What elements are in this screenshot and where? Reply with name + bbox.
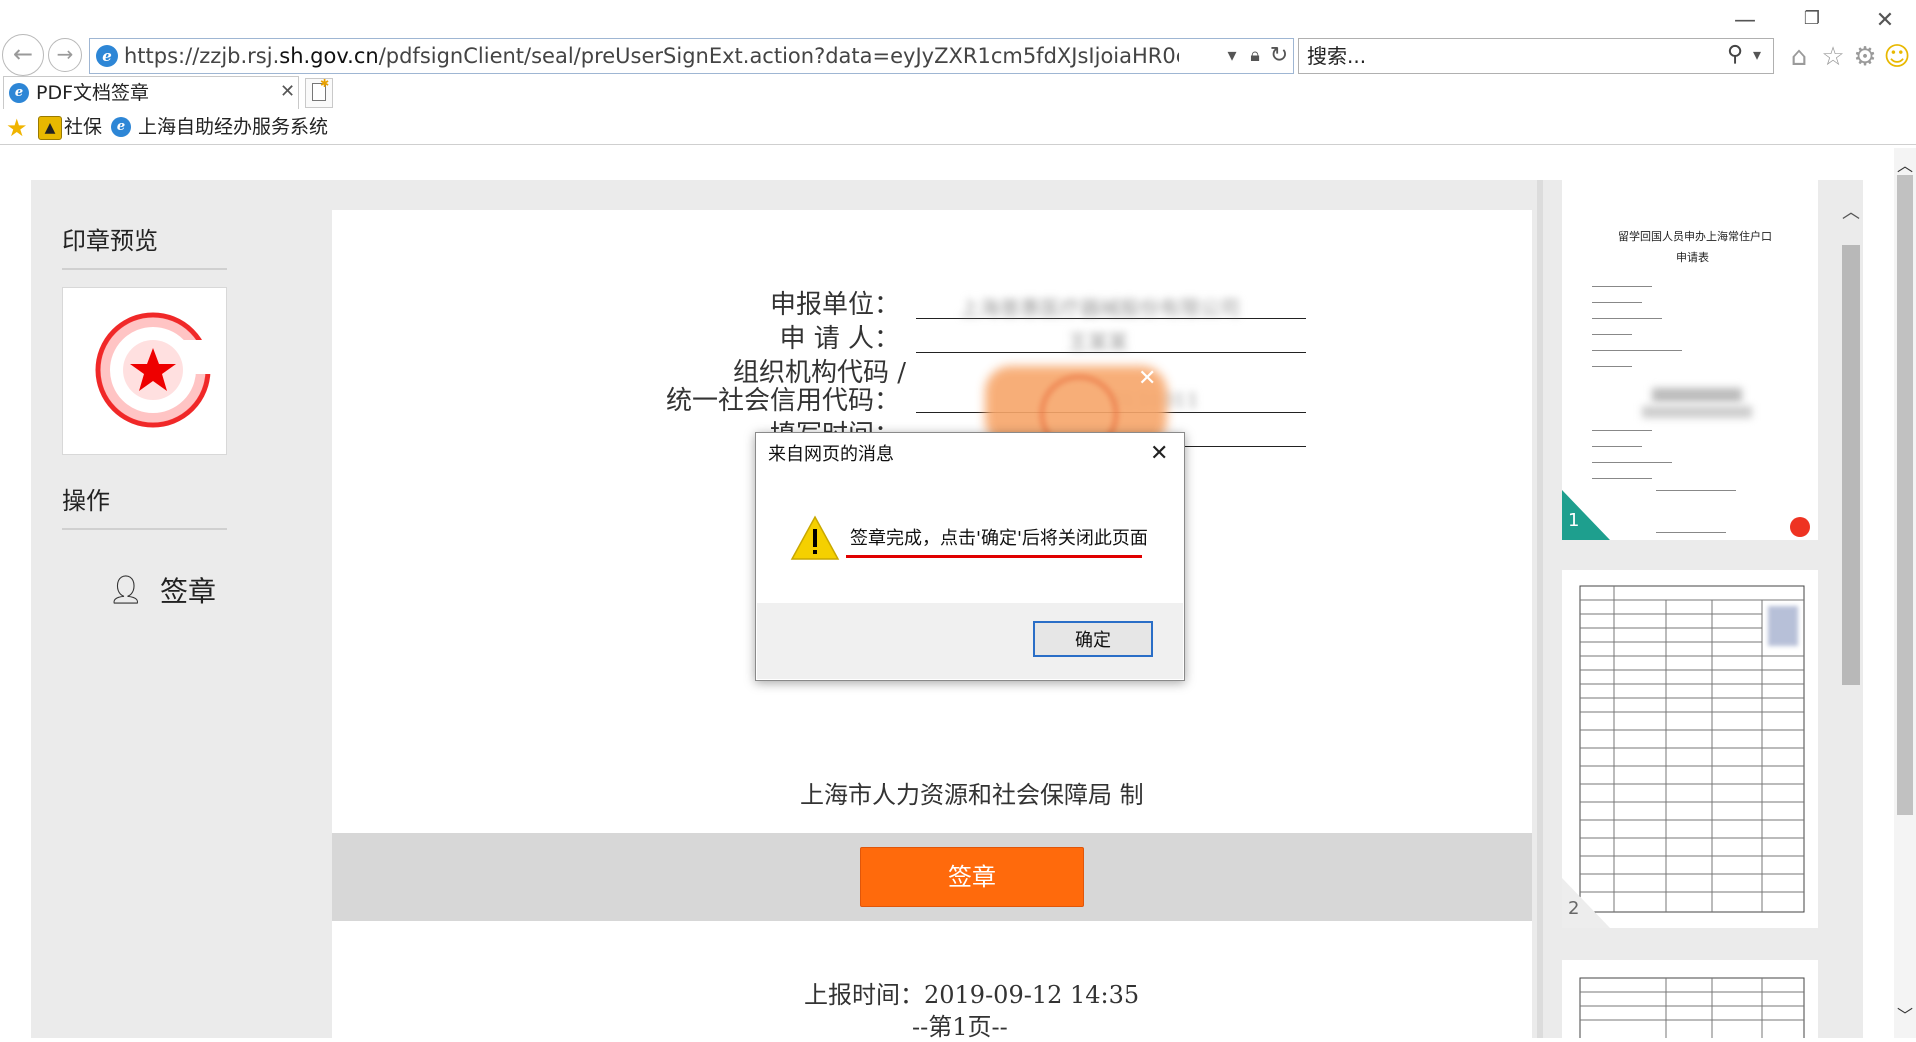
thumbnail-page-1[interactable]: 留学回国人员申办上海常住户口 申请表 (1562, 180, 1818, 540)
report-time-text: 上报时间：2019-09-12 14:35 (804, 981, 1140, 1009)
url-text[interactable]: https://zzjb.rsj.sh.gov.cn/pdfsignClient… (124, 44, 1179, 68)
restore-icon[interactable]: ❐ (1792, 8, 1832, 29)
forward-arrow-icon: → (56, 42, 74, 66)
operations-title: 操作 (62, 487, 110, 515)
fav-item-shanghai-service[interactable]: 上海自助经办服务系统 (138, 115, 328, 139)
shebao-fav-icon: ▲ (38, 116, 62, 140)
new-tab-button[interactable]: ✱ (305, 77, 333, 108)
thumb1-title-2: 申请表 (1676, 251, 1709, 264)
home-icon[interactable]: ⌂ (1784, 42, 1814, 72)
back-button[interactable]: ← (2, 34, 44, 76)
dialog-title: 来自网页的消息 (768, 444, 894, 465)
sign-button[interactable]: 签章 (860, 847, 1084, 907)
search-icon[interactable]: ⚲ (1727, 42, 1743, 67)
red-seal-icon (95, 312, 215, 428)
thumbnail-page-2[interactable] (1562, 570, 1818, 928)
tab-title: PDF文档签章 (36, 82, 150, 104)
tab-pdf-sign[interactable]: e PDF文档签章 ✕ (3, 76, 299, 109)
form-label-unit: 申报单位： (769, 290, 900, 320)
smiley-feedback-icon[interactable]: ☺ (1882, 42, 1912, 72)
form-label-applicant: 申 请 人： (779, 324, 900, 354)
tab-close-icon[interactable]: ✕ (280, 81, 295, 102)
browser-chrome: ← → e https://zzjb.rsj.sh.gov.cn/pdfsign… (0, 0, 1916, 148)
ie-tab-icon: e (9, 83, 29, 103)
user-icon[interactable]: 👤︎ (108, 573, 144, 606)
warning-icon (790, 515, 840, 560)
dialog-close-icon[interactable]: ✕ (1150, 441, 1168, 466)
message-red-underline (846, 555, 1142, 558)
back-arrow-icon: ← (12, 40, 34, 68)
issuer-text: 上海市人力资源和社会保障局 制 (800, 781, 1144, 809)
minimize-icon[interactable]: — (1725, 8, 1765, 33)
lock-icon[interactable]: 🔒︎ (1244, 43, 1266, 69)
seal-preview-divider (62, 268, 227, 270)
thumb2-page-number: 2 (1568, 898, 1580, 919)
form-label-org-code-1: 组织机构代码 / (732, 358, 906, 388)
new-tab-sparkle-icon: ✱ (320, 77, 330, 90)
settings-gear-icon[interactable]: ⚙ (1850, 42, 1880, 72)
forward-button[interactable]: → (48, 38, 82, 72)
form-label-fill-time: 填写时间： (740, 420, 900, 432)
fav-item-shebao[interactable]: 社保 (64, 115, 102, 139)
favorites-bar: ★ ▲ 社保 e 上海自助经办服务系统 (0, 112, 1916, 145)
ie-logo-icon: e (96, 45, 118, 67)
form-label-org-code-2: 统一社会信用代码： (665, 386, 900, 416)
search-input[interactable]: 搜索... (1307, 44, 1366, 68)
thumb2-table-graphic (1579, 585, 1805, 913)
page-scroll-thumb[interactable] (1897, 175, 1913, 815)
refresh-icon[interactable]: ↻ (1268, 43, 1290, 69)
seal-preview-box[interactable] (62, 287, 227, 455)
ie-fav-icon: e (111, 117, 131, 137)
thumb1-seal-marker-icon (1790, 517, 1810, 537)
dropdown-arrow-icon[interactable]: ▾ (1222, 43, 1242, 69)
tab-strip: e PDF文档签章 ✕ ✱ (0, 76, 1916, 110)
favorites-add-icon[interactable]: ★ (6, 114, 28, 142)
thumb1-title-1: 留学回国人员申办上海常住户口 (1618, 230, 1772, 243)
thumbnail-page-3[interactable] (1562, 960, 1818, 1042)
thumbnail-scroll-up-icon[interactable]: ︿ (1842, 198, 1860, 224)
dialog-message: 签章完成，点击'确定'后将关闭此页面 (850, 528, 1148, 549)
message-dialog: 来自网页的消息 ✕ 签章完成，点击'确定'后将关闭此页面 确定 (755, 432, 1185, 681)
page-scroll-up-icon[interactable]: ︿ (1897, 152, 1913, 176)
seal-preview-title: 印章预览 (62, 227, 158, 255)
search-box[interactable]: 搜索... ⚲ ▾ (1298, 38, 1774, 74)
sign-operation-link[interactable]: 签章 (160, 574, 216, 610)
operations-divider (62, 528, 227, 530)
blurred-unit-value: 上海普惠医疗器械股份有限公司 (960, 296, 1240, 320)
thumb1-page-number: 1 (1568, 510, 1580, 531)
blurred-applicant-value: 王某某 (1068, 330, 1128, 354)
address-bar[interactable]: e https://zzjb.rsj.sh.gov.cn/pdfsignClie… (89, 38, 1294, 74)
page-number-text: --第1页-- (912, 1013, 1008, 1038)
thumbnail-scroll-thumb[interactable] (1842, 245, 1860, 685)
close-window-icon[interactable]: ✕ (1865, 8, 1905, 33)
favorites-star-icon[interactable]: ☆ (1818, 42, 1848, 72)
page-scroll-down-icon[interactable]: ﹀ (1897, 1002, 1913, 1026)
seal-remove-icon[interactable]: ✕ (1138, 366, 1156, 391)
thumb3-table-graphic (1579, 977, 1805, 1042)
search-dropdown-icon[interactable]: ▾ (1753, 45, 1761, 64)
ok-button[interactable]: 确定 (1033, 621, 1153, 657)
